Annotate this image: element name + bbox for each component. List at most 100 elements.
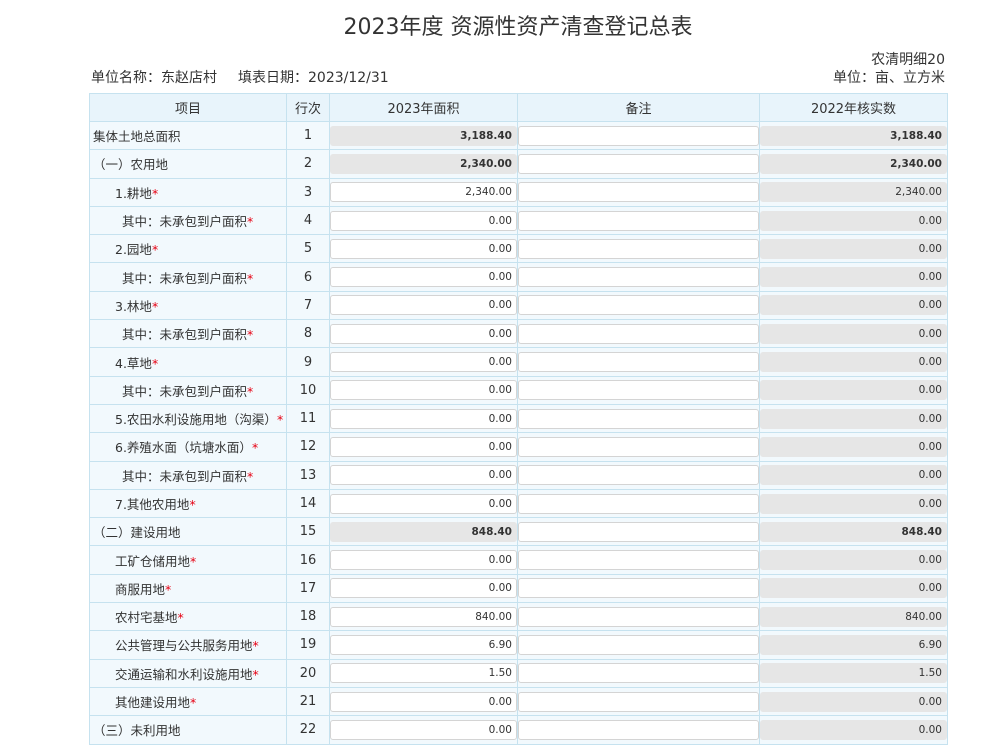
remark-input[interactable] bbox=[518, 691, 759, 712]
required-mark: * bbox=[189, 497, 196, 512]
item-cell: （三）未利用地 bbox=[89, 715, 287, 745]
table-row: 农村宅基地* 18 bbox=[89, 602, 948, 632]
item-label: 交通运输和水利设施用地 bbox=[115, 666, 253, 682]
verified-2022-cell bbox=[759, 403, 948, 434]
item-cell: 6.养殖水面（坑塘水面）* bbox=[89, 432, 287, 462]
verified-2022-cell bbox=[759, 262, 948, 292]
area-2023-input[interactable] bbox=[330, 436, 517, 457]
area-2023-input[interactable] bbox=[330, 550, 517, 571]
area-2023-input[interactable] bbox=[330, 323, 517, 344]
item-cell: （二）建设用地 bbox=[89, 517, 287, 547]
item-cell: 3.林地* bbox=[89, 290, 287, 321]
remark-input[interactable] bbox=[518, 238, 759, 259]
verified-2022-input bbox=[760, 606, 947, 627]
remark-input[interactable] bbox=[518, 210, 759, 231]
area-2023-input[interactable] bbox=[330, 238, 517, 259]
remark-input[interactable] bbox=[518, 493, 759, 514]
remark-input[interactable] bbox=[518, 125, 759, 146]
item-label: 5.农田水利设施用地（沟渠） bbox=[115, 412, 277, 428]
verified-2022-input bbox=[760, 550, 947, 571]
table-row: 集体土地总面积 1 bbox=[89, 120, 948, 151]
remark-input[interactable] bbox=[518, 606, 759, 627]
remark-input[interactable] bbox=[518, 436, 759, 457]
verified-2022-input bbox=[760, 210, 947, 231]
area-2023-input[interactable] bbox=[330, 719, 517, 740]
required-mark: * bbox=[247, 468, 254, 484]
remark-input[interactable] bbox=[518, 323, 759, 344]
row-number: 20 bbox=[286, 658, 330, 688]
remark-cell bbox=[517, 205, 760, 236]
remark-input[interactable] bbox=[518, 352, 759, 373]
row-number: 9 bbox=[286, 347, 330, 377]
remark-cell bbox=[517, 290, 760, 321]
verified-2022-cell bbox=[759, 290, 948, 321]
area-2023-input[interactable] bbox=[330, 182, 517, 203]
remark-input[interactable] bbox=[518, 465, 759, 486]
remark-input[interactable] bbox=[518, 380, 759, 401]
area-2023-input[interactable] bbox=[330, 465, 517, 486]
item-cell: 4.草地* bbox=[89, 347, 287, 377]
row-number: 5 bbox=[286, 234, 330, 264]
table-row: 其中：未承包到户面积* 8 bbox=[89, 319, 948, 349]
table-row: 其他建设用地* 21 bbox=[89, 686, 948, 717]
verified-2022-input bbox=[760, 153, 947, 174]
table-row: 其中：未承包到户面积* 13 bbox=[89, 460, 948, 490]
remark-input[interactable] bbox=[518, 408, 759, 429]
area-2023-input[interactable] bbox=[330, 691, 517, 712]
item-label: 其他建设用地 bbox=[115, 695, 191, 711]
item-cell: 工矿仓储用地* bbox=[89, 545, 287, 575]
remark-input[interactable] bbox=[518, 719, 759, 740]
row-number: 6 bbox=[286, 262, 330, 292]
area-2023-input[interactable] bbox=[330, 493, 517, 514]
verified-2022-input bbox=[760, 380, 947, 401]
item-label: 2.园地 bbox=[115, 242, 152, 258]
page-title: 2023年度 资源性资产清查登记总表 bbox=[343, 15, 693, 40]
remark-input[interactable] bbox=[518, 295, 759, 316]
unit-name-label: 单位名称： bbox=[91, 70, 161, 86]
area-2023-cell bbox=[329, 715, 518, 745]
remark-cell bbox=[517, 602, 760, 632]
item-label: 工矿仓储用地 bbox=[115, 553, 191, 569]
verified-2022-input bbox=[760, 691, 947, 712]
remark-input[interactable] bbox=[518, 550, 759, 571]
row-number: 12 bbox=[286, 432, 330, 462]
area-2023-input[interactable] bbox=[330, 267, 517, 288]
table-row: 交通运输和水利设施用地* 20 bbox=[89, 658, 948, 688]
form-code: 农清明细20 bbox=[871, 52, 945, 68]
verified-2022-input bbox=[760, 295, 947, 316]
verified-2022-cell bbox=[759, 432, 948, 462]
remark-input[interactable] bbox=[518, 663, 759, 684]
area-2023-input[interactable] bbox=[330, 210, 517, 231]
area-2023-input[interactable] bbox=[330, 663, 517, 684]
area-2023-input[interactable] bbox=[330, 408, 517, 429]
verified-2022-input bbox=[760, 436, 947, 457]
remark-input[interactable] bbox=[518, 578, 759, 599]
area-2023-cell bbox=[329, 488, 518, 519]
item-cell: 1.耕地* bbox=[89, 177, 287, 207]
remark-input[interactable] bbox=[518, 634, 759, 655]
area-2023-input[interactable] bbox=[330, 352, 517, 373]
row-number: 4 bbox=[286, 205, 330, 236]
verified-2022-cell bbox=[759, 602, 948, 632]
remark-cell bbox=[517, 517, 760, 547]
area-2023-input[interactable] bbox=[330, 380, 517, 401]
area-2023-input[interactable] bbox=[330, 634, 517, 655]
remark-input[interactable] bbox=[518, 153, 759, 174]
table-row: 3.林地* 7 bbox=[89, 290, 948, 321]
remark-cell bbox=[517, 432, 760, 462]
verified-2022-input bbox=[760, 719, 947, 740]
row-number: 14 bbox=[286, 488, 330, 519]
remark-input[interactable] bbox=[518, 521, 759, 542]
area-2023-input[interactable] bbox=[330, 295, 517, 316]
item-label: （一）农用地 bbox=[93, 157, 169, 173]
item-cell: 集体土地总面积 bbox=[89, 120, 287, 151]
remark-input[interactable] bbox=[518, 182, 759, 203]
required-mark: * bbox=[252, 666, 259, 682]
area-2023-input[interactable] bbox=[330, 578, 517, 599]
remark-input[interactable] bbox=[518, 267, 759, 288]
verified-2022-input bbox=[760, 408, 947, 429]
area-2023-input[interactable] bbox=[330, 606, 517, 627]
item-cell: 其中：未承包到户面积* bbox=[89, 262, 287, 292]
required-mark: * bbox=[165, 581, 172, 597]
unit-name-block: 单位名称：东赵店村 bbox=[91, 69, 217, 87]
